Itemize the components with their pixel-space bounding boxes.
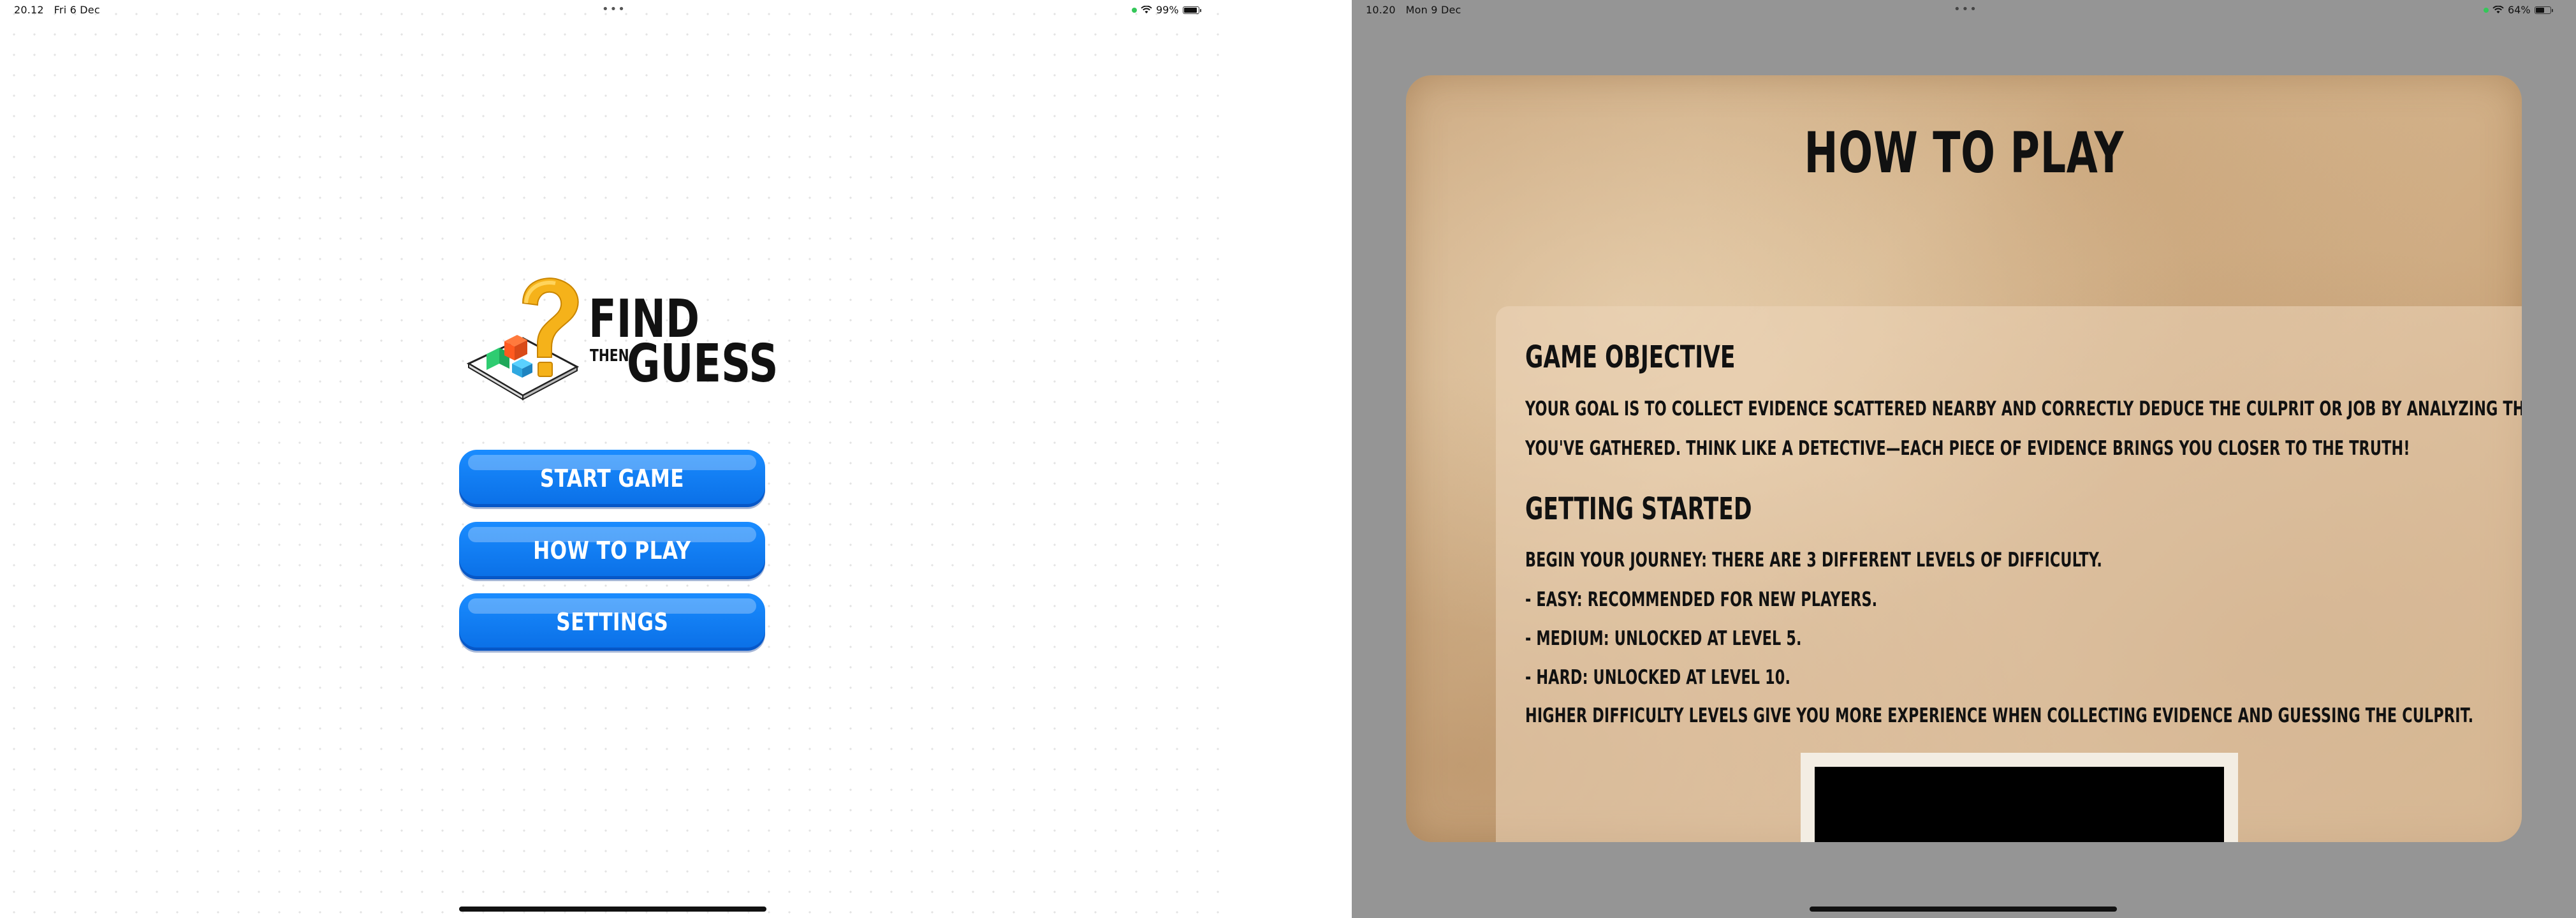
logo-guess: GUESS bbox=[627, 334, 779, 394]
how-to-play-label: HOW TO PLAY bbox=[533, 537, 691, 565]
wifi-icon bbox=[1141, 6, 1152, 13]
left-screen: 20.12 Fri 6 Dec ••• 99% FIND THEN GUESS … bbox=[0, 0, 1219, 918]
settings-label: SETTINGS bbox=[556, 608, 668, 636]
multitasking-dots[interactable]: ••• bbox=[602, 3, 626, 16]
tutorial-video[interactable] bbox=[1815, 767, 2224, 842]
status-time: 20.12 Fri 6 Dec bbox=[14, 4, 100, 16]
multitasking-dots[interactable]: ••• bbox=[1954, 3, 1978, 16]
settings-button[interactable]: SETTINGS bbox=[459, 593, 765, 651]
getting-started-text-line: BEGIN YOUR JOURNEY: THERE ARE 3 DIFFEREN… bbox=[1525, 549, 2102, 572]
difficulty-easy-text: - EASY: RECOMMENDED FOR NEW PLAYERS. bbox=[1525, 588, 1878, 611]
home-indicator[interactable] bbox=[459, 907, 766, 912]
camera-indicator-icon bbox=[2484, 7, 2489, 13]
battery-icon bbox=[2534, 6, 2553, 14]
screen-divider bbox=[1219, 0, 1352, 918]
difficulty-hard-text: - HARD: UNLOCKED AT LEVEL 10. bbox=[1525, 666, 1791, 689]
start-game-label: START GAME bbox=[539, 464, 685, 492]
right-screen: 10.20 Mon 9 Dec ••• 64% HOW TO PLAY ✖ GA… bbox=[1352, 0, 2576, 918]
modal-title: HOW TO PLAY bbox=[1804, 120, 2124, 186]
status-time: 10.20 Mon 9 Dec bbox=[1366, 4, 1461, 16]
objective-text-line: YOUR GOAL IS TO COLLECT EVIDENCE SCATTER… bbox=[1525, 397, 2522, 420]
home-indicator[interactable] bbox=[1810, 907, 2117, 912]
how-to-play-button[interactable]: HOW TO PLAY bbox=[459, 522, 765, 579]
start-game-button[interactable]: START GAME bbox=[459, 450, 765, 507]
battery-icon bbox=[1182, 6, 1201, 14]
app-logo: FIND THEN GUESS bbox=[462, 268, 778, 421]
how-to-play-modal: HOW TO PLAY ✖ GAME OBJECTIVE YOUR GOAL I… bbox=[1406, 75, 2522, 842]
camera-indicator-icon bbox=[1132, 7, 1137, 13]
difficulty-note-text: HIGHER DIFFICULTY LEVELS GIVE YOU MORE E… bbox=[1525, 704, 2474, 727]
getting-started-heading: GETTING STARTED bbox=[1525, 491, 1752, 527]
status-indicators: 99% bbox=[1132, 4, 1201, 16]
logo-then: THEN bbox=[590, 346, 629, 366]
battery-percent: 99% bbox=[1156, 4, 1179, 16]
instructions-panel[interactable]: GAME OBJECTIVE YOUR GOAL IS TO COLLECT E… bbox=[1496, 306, 2522, 842]
status-indicators: 64% bbox=[2484, 4, 2553, 16]
tutorial-video-frame[interactable] bbox=[1801, 753, 2238, 842]
battery-percent: 64% bbox=[2508, 4, 2531, 16]
difficulty-medium-text: - MEDIUM: UNLOCKED AT LEVEL 5. bbox=[1525, 627, 1802, 650]
objective-text-line: YOU'VE GATHERED. THINK LIKE A DETECTIVE—… bbox=[1525, 437, 2410, 460]
objective-heading: GAME OBJECTIVE bbox=[1525, 339, 1736, 375]
wifi-icon bbox=[2492, 6, 2504, 13]
